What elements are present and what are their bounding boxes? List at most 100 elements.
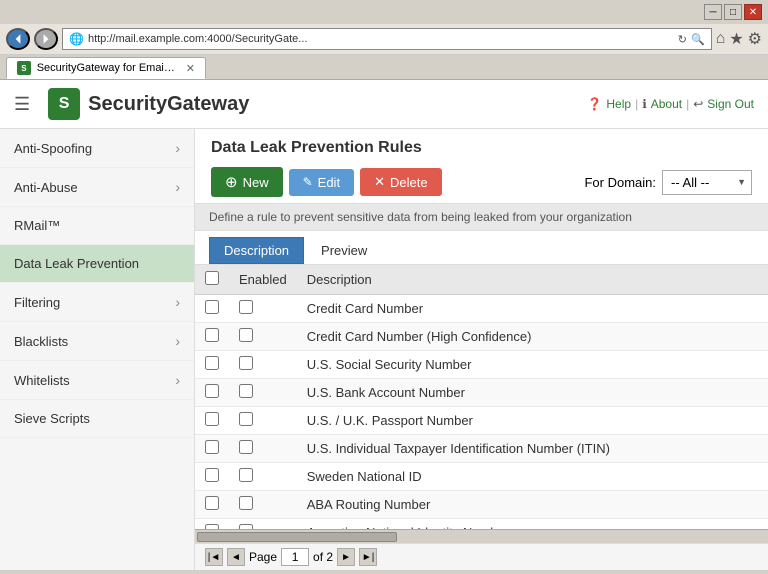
col-header-select xyxy=(195,265,229,295)
domain-select[interactable]: -- All -- xyxy=(662,170,752,195)
tab-main[interactable]: S SecurityGateway for Email ... ✕ xyxy=(6,57,206,79)
sidebar-item-filtering[interactable]: Filtering › xyxy=(0,283,194,322)
refresh-icon[interactable]: ↻ xyxy=(678,33,687,46)
sidebar-item-label: Data Leak Prevention xyxy=(14,256,139,271)
select-all-checkbox[interactable] xyxy=(205,271,219,285)
row-checkbox[interactable] xyxy=(205,300,219,314)
chevron-right-icon: › xyxy=(175,333,180,349)
row-select-cell[interactable] xyxy=(195,379,229,407)
tab-favicon: S xyxy=(17,61,31,75)
row-select-cell[interactable] xyxy=(195,295,229,323)
row-select-cell[interactable] xyxy=(195,323,229,351)
maximize-button[interactable]: □ xyxy=(724,4,742,20)
horizontal-scrollbar[interactable] xyxy=(195,529,768,543)
row-enabled-cell[interactable] xyxy=(229,463,297,491)
help-icon: ❓ xyxy=(587,97,602,111)
row-checkbox[interactable] xyxy=(205,328,219,342)
row-select-cell[interactable] xyxy=(195,519,229,530)
rules-table: Enabled Description Credit Card Number C… xyxy=(195,265,768,529)
row-select-cell[interactable] xyxy=(195,491,229,519)
row-select-cell[interactable] xyxy=(195,463,229,491)
row-description-cell: U.S. Individual Taxpayer Identification … xyxy=(297,435,768,463)
scroll-thumb[interactable] xyxy=(197,532,397,542)
sidebar-item-rmail[interactable]: RMail™ xyxy=(0,207,194,245)
row-select-cell[interactable] xyxy=(195,351,229,379)
tab-preview[interactable]: Preview xyxy=(306,237,382,264)
row-enabled-cell[interactable] xyxy=(229,351,297,379)
row-enabled-checkbox[interactable] xyxy=(239,496,253,510)
sign-out-link[interactable]: Sign Out xyxy=(707,97,754,111)
row-enabled-cell[interactable] xyxy=(229,519,297,530)
table-container[interactable]: Enabled Description Credit Card Number C… xyxy=(195,265,768,529)
row-enabled-checkbox[interactable] xyxy=(239,440,253,454)
next-page-button[interactable]: ► xyxy=(337,548,355,566)
chevron-right-icon: › xyxy=(175,179,180,195)
row-checkbox[interactable] xyxy=(205,384,219,398)
sidebar: Anti-Spoofing › Anti-Abuse › RMail™ Data… xyxy=(0,129,195,570)
close-button[interactable]: ✕ xyxy=(744,4,762,20)
sidebar-item-label: Filtering xyxy=(14,295,60,310)
star-icon[interactable]: ★ xyxy=(729,29,743,49)
page-input[interactable] xyxy=(281,548,309,566)
app-container: ☰ S SecurityGateway ❓ Help | ℹ About | ↩… xyxy=(0,80,768,570)
row-enabled-checkbox[interactable] xyxy=(239,468,253,482)
table-row: U.S. Bank Account Number xyxy=(195,379,768,407)
prev-page-button[interactable]: ◄ xyxy=(227,548,245,566)
app-header: ☰ S SecurityGateway ❓ Help | ℹ About | ↩… xyxy=(0,80,768,129)
tab-description[interactable]: Description xyxy=(209,237,304,264)
about-link[interactable]: About xyxy=(651,97,682,111)
table-row: Credit Card Number (High Confidence) xyxy=(195,323,768,351)
row-enabled-checkbox[interactable] xyxy=(239,356,253,370)
row-enabled-cell[interactable] xyxy=(229,323,297,351)
last-page-button[interactable]: ►| xyxy=(359,548,377,566)
sidebar-item-label: Blacklists xyxy=(14,334,68,349)
sidebar-item-blacklists[interactable]: Blacklists › xyxy=(0,322,194,361)
home-icon[interactable]: ⌂ xyxy=(716,30,726,48)
new-button[interactable]: ⊕ New xyxy=(211,167,283,197)
hamburger-icon[interactable]: ☰ xyxy=(14,94,30,115)
row-checkbox[interactable] xyxy=(205,440,219,454)
sidebar-item-label: Sieve Scripts xyxy=(14,411,90,426)
row-enabled-cell[interactable] xyxy=(229,379,297,407)
row-enabled-checkbox[interactable] xyxy=(239,412,253,426)
delete-button[interactable]: ✕ Delete xyxy=(360,168,441,196)
for-domain-label: For Domain: xyxy=(584,175,656,190)
row-select-cell[interactable] xyxy=(195,407,229,435)
toolbar: ⊕ New ✎ Edit ✕ Delete For Domain: - xyxy=(211,167,752,197)
col-header-description: Description xyxy=(297,265,768,295)
row-select-cell[interactable] xyxy=(195,435,229,463)
row-enabled-checkbox[interactable] xyxy=(239,384,253,398)
row-enabled-cell[interactable] xyxy=(229,435,297,463)
row-checkbox[interactable] xyxy=(205,412,219,426)
gear-icon[interactable]: ⚙ xyxy=(748,29,762,49)
edit-button[interactable]: ✎ Edit xyxy=(289,169,354,196)
sidebar-item-whitelists[interactable]: Whitelists › xyxy=(0,361,194,400)
row-description-cell: U.S. / U.K. Passport Number xyxy=(297,407,768,435)
table-row: Argentina National Identity Number xyxy=(195,519,768,530)
forward-button[interactable] xyxy=(34,28,58,50)
minimize-button[interactable]: ─ xyxy=(704,4,722,20)
row-checkbox[interactable] xyxy=(205,356,219,370)
sidebar-item-anti-abuse[interactable]: Anti-Abuse › xyxy=(0,168,194,207)
row-enabled-checkbox[interactable] xyxy=(239,300,253,314)
edit-button-label: Edit xyxy=(318,175,340,190)
row-enabled-checkbox[interactable] xyxy=(239,328,253,342)
sidebar-item-data-leak-prevention[interactable]: Data Leak Prevention xyxy=(0,245,194,283)
pagination: |◄ ◄ Page of 2 ► ►| xyxy=(195,543,768,570)
row-checkbox[interactable] xyxy=(205,496,219,510)
sidebar-item-sieve-scripts[interactable]: Sieve Scripts xyxy=(0,400,194,438)
col-header-enabled: Enabled xyxy=(229,265,297,295)
tab-close-button[interactable]: ✕ xyxy=(186,62,195,75)
table-row: Sweden National ID xyxy=(195,463,768,491)
back-button[interactable] xyxy=(6,28,30,50)
address-bar[interactable]: 🌐 http://mail.example.com:4000/SecurityG… xyxy=(62,28,712,50)
help-link[interactable]: Help xyxy=(606,97,631,111)
row-checkbox[interactable] xyxy=(205,468,219,482)
sidebar-item-anti-spoofing[interactable]: Anti-Spoofing › xyxy=(0,129,194,168)
content-area: Data Leak Prevention Rules ⊕ New ✎ Edit … xyxy=(195,129,768,570)
row-description-cell: Argentina National Identity Number xyxy=(297,519,768,530)
row-enabled-cell[interactable] xyxy=(229,491,297,519)
first-page-button[interactable]: |◄ xyxy=(205,548,223,566)
row-enabled-cell[interactable] xyxy=(229,295,297,323)
row-enabled-cell[interactable] xyxy=(229,407,297,435)
